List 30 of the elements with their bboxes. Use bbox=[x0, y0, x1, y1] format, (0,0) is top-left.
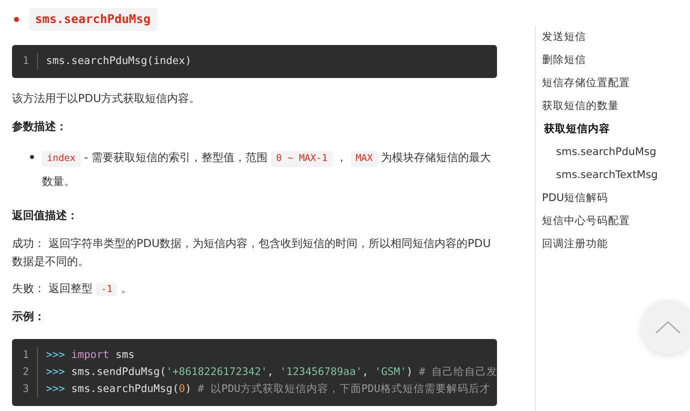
method-name: sms.searchPduMsg bbox=[29, 8, 157, 32]
toc-link[interactable]: 获取短信的数量 bbox=[540, 95, 658, 118]
section-title: 示例： bbox=[12, 308, 46, 325]
return-text: 成功： 返回字符串类型的PDU数据，为短信内容，包含收到短信的时间，所以相同短信内容的PDU数据是不同的。 bbox=[12, 236, 492, 270]
back-to-top-button[interactable] bbox=[641, 300, 690, 354]
toc-link[interactable]: 获取短信内容 bbox=[540, 118, 658, 141]
toc-link[interactable]: sms.searchPduMsg bbox=[540, 141, 658, 164]
toc-link[interactable]: 删除短信 bbox=[540, 49, 658, 72]
line-number: 2 bbox=[12, 364, 38, 382]
toc-link[interactable]: 回调注册功能 bbox=[540, 233, 658, 256]
toc-link[interactable]: PDU短信解码 bbox=[540, 187, 658, 210]
code-line: sms.searchPduMsg(index) bbox=[45, 54, 192, 70]
line-number: 1 bbox=[12, 347, 38, 364]
code-line: >>> sms.searchPduMsg(0) # 以PDU方式获取短信内容，下面PDU格式短信需要解码后才 bbox=[45, 382, 490, 398]
line-number: 1 bbox=[12, 53, 38, 70]
section-title: 返回值描述： bbox=[12, 208, 79, 224]
toc-link[interactable]: 短信存储位置配置 bbox=[540, 72, 658, 95]
code-line: >>> import sms bbox=[45, 348, 135, 364]
chevron-up-icon bbox=[655, 320, 681, 334]
bullet-icon bbox=[30, 155, 34, 160]
section-title: 参数描述： bbox=[12, 118, 68, 135]
code-line: >>> sms.sendPduMsg('+8618226172342', '123456789aa', 'GSM') # 自己给自己发 bbox=[45, 365, 497, 380]
parameter-text: index - 需要获取短信的索引，整型值，范围 0 ~ MAX-1 ， MAX 为模块存储短信的最大数量。 bbox=[42, 150, 492, 190]
line-number: 3 bbox=[12, 381, 38, 398]
description-text: 该方法用于以PDU方式获取短信内容。 bbox=[12, 91, 202, 108]
return-text: 失败： 返回整型 -1 。 bbox=[12, 281, 133, 298]
toc-link[interactable]: 发送短信 bbox=[540, 26, 658, 49]
toc-link[interactable]: 短信中心号码配置 bbox=[540, 210, 658, 233]
toc-link[interactable]: sms.searchTextMsg bbox=[540, 164, 658, 187]
bullet-icon bbox=[14, 17, 19, 22]
